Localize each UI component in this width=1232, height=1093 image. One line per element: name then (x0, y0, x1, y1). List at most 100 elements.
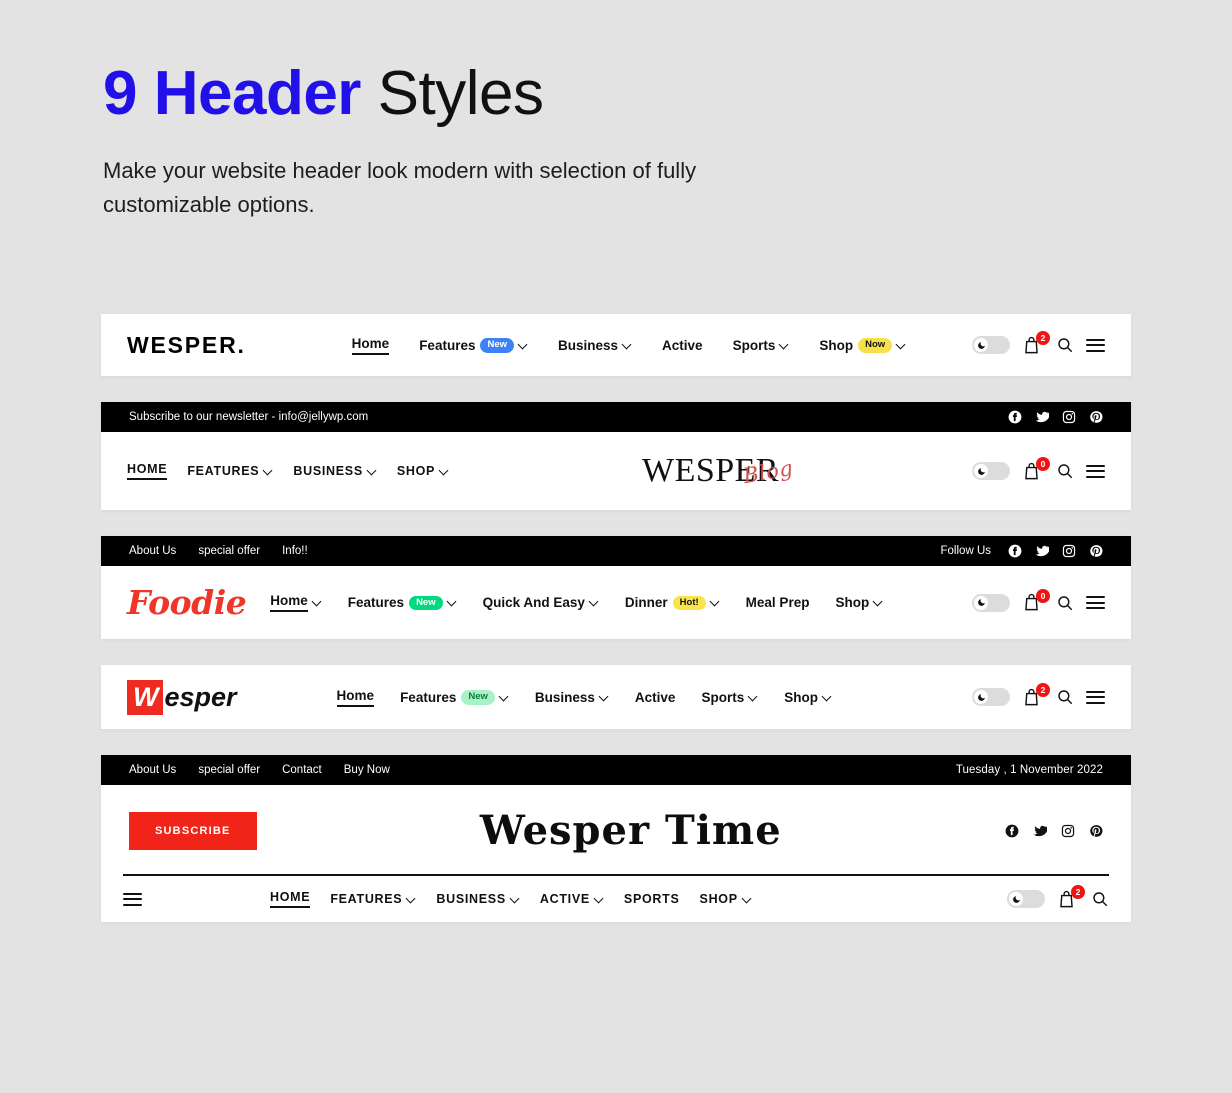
facebook-icon[interactable] (1008, 410, 1022, 424)
header5-actions: 2 (1007, 885, 1109, 910)
header3-actions: 0 (972, 588, 1105, 614)
search-button[interactable] (1091, 890, 1109, 908)
nav-item-features[interactable]: Features New (419, 338, 528, 353)
chevron-down-icon (595, 894, 604, 903)
topbar-link-special-offer[interactable]: special offer (198, 764, 260, 776)
search-button[interactable] (1056, 462, 1074, 480)
topbar-link-about-us[interactable]: About Us (129, 545, 176, 557)
dark-mode-toggle[interactable] (972, 593, 1010, 612)
badge-hot: Hot! (672, 595, 706, 611)
nav-item-sports[interactable]: SPORTS (624, 892, 680, 906)
header5-socials (1005, 824, 1103, 838)
topbar-link-special-offer[interactable]: special offer (198, 545, 260, 557)
facebook-icon[interactable] (1005, 824, 1019, 838)
nav-item-shop[interactable]: Shop (784, 690, 832, 705)
topbar-link-info[interactable]: Info!! (282, 545, 308, 557)
dark-mode-toggle[interactable] (1007, 890, 1045, 909)
nav-item-home[interactable]: Home (351, 336, 390, 355)
dark-mode-toggle[interactable] (972, 336, 1010, 355)
nav-item-shop[interactable]: SHOP (700, 892, 752, 906)
chevron-down-icon (519, 340, 528, 349)
cart-button[interactable]: 0 (1022, 588, 1050, 614)
pinterest-icon[interactable] (1089, 824, 1103, 838)
instagram-icon[interactable] (1062, 410, 1076, 424)
header4-nav: Home Features New Business Active Sports (336, 688, 832, 707)
hamburger-menu-button[interactable] (1086, 335, 1105, 355)
hamburger-menu-button[interactable] (1086, 593, 1105, 613)
burger-line (123, 898, 142, 901)
header5-middle: SUBSCRIBE Wesper Time (101, 785, 1131, 874)
burger-line (1086, 596, 1105, 599)
nav-item-active[interactable]: ACTIVE (540, 892, 604, 906)
nav-item-dinner[interactable]: Dinner Hot! (625, 595, 720, 610)
twitter-icon[interactable] (1033, 824, 1047, 838)
cart-button[interactable]: 0 (1022, 457, 1050, 482)
nav-label: Dinner (624, 595, 668, 611)
nav-item-business[interactable]: Business (535, 690, 609, 705)
hamburger-menu-button[interactable] (123, 889, 142, 909)
chevron-down-icon (448, 597, 457, 606)
nav-item-home[interactable]: Home (270, 593, 322, 613)
header1-logo[interactable]: WESPER. (127, 332, 246, 359)
nav-item-home[interactable]: HOME (127, 462, 168, 481)
nav-item-business[interactable]: BUSINESS (436, 892, 520, 906)
nav-item-sports[interactable]: Sports (701, 690, 758, 705)
toggle-knob (974, 464, 988, 479)
nav-item-home[interactable]: HOME (270, 890, 311, 909)
twitter-icon[interactable] (1035, 544, 1049, 558)
facebook-icon[interactable] (1008, 544, 1022, 558)
search-button[interactable] (1056, 594, 1074, 612)
nav-item-shop[interactable]: Shop (835, 595, 883, 610)
hamburger-menu-button[interactable] (1086, 461, 1105, 481)
toggle-knob (974, 690, 988, 705)
toggle-knob (974, 338, 988, 353)
chevron-down-icon (743, 894, 752, 903)
header2-logo[interactable]: WESPER Blog (642, 452, 795, 490)
nav-item-shop[interactable]: Shop Now (819, 338, 906, 353)
nav-item-features[interactable]: FEATURES (187, 464, 273, 478)
cart-button[interactable]: 2 (1057, 885, 1085, 910)
search-button[interactable] (1056, 336, 1074, 354)
header5-logo[interactable]: Wesper Time (480, 807, 782, 854)
search-button[interactable] (1056, 688, 1074, 706)
hamburger-menu-button[interactable] (1086, 687, 1105, 707)
dark-mode-toggle[interactable] (972, 462, 1010, 481)
nav-item-features[interactable]: Features New (400, 690, 509, 705)
instagram-icon[interactable] (1061, 824, 1075, 838)
nav-label: SHOP (396, 464, 436, 479)
nav-item-features[interactable]: Features New (348, 595, 457, 610)
nav-item-business[interactable]: Business (558, 338, 632, 353)
cart-button[interactable]: 2 (1022, 331, 1050, 356)
header4-logo[interactable]: Wesper (127, 679, 237, 715)
dark-mode-toggle[interactable] (972, 688, 1010, 707)
twitter-icon[interactable] (1035, 410, 1049, 424)
nav-item-quick-and-easy[interactable]: Quick And Easy (483, 595, 599, 610)
nav-item-sports[interactable]: Sports (733, 338, 790, 353)
header-style-2: Subscribe to our newsletter - info@jelly… (101, 402, 1131, 511)
nav-item-business[interactable]: BUSINESS (293, 464, 377, 478)
instagram-icon[interactable] (1062, 544, 1076, 558)
pinterest-icon[interactable] (1089, 410, 1103, 424)
nav-label: Home (270, 593, 308, 613)
nav-item-features[interactable]: FEATURES (330, 892, 416, 906)
chevron-down-icon (600, 692, 609, 701)
nav-item-meal-prep[interactable]: Meal Prep (746, 595, 810, 610)
hero-section: 9 Header Styles Make your website header… (0, 0, 1232, 222)
header5-logo-wrap: Wesper Time (257, 807, 1005, 854)
cart-button[interactable]: 2 (1022, 683, 1050, 708)
chevron-down-icon (440, 466, 449, 475)
topbar-link-buy-now[interactable]: Buy Now (344, 764, 390, 776)
topbar-link-about-us[interactable]: About Us (129, 764, 176, 776)
nav-label: Active (662, 337, 703, 353)
nav-label: BUSINESS (293, 464, 363, 479)
nav-label: SPORTS (623, 892, 680, 907)
nav-item-shop[interactable]: SHOP (397, 464, 449, 478)
pinterest-icon[interactable] (1089, 544, 1103, 558)
nav-item-home[interactable]: Home (336, 688, 375, 707)
nav-item-active[interactable]: Active (662, 338, 703, 353)
header3-logo[interactable]: Foodie (127, 583, 247, 622)
nav-item-active[interactable]: Active (635, 690, 676, 705)
header2-mainbar: HOME FEATURES BUSINESS SHOP WESPER Blog … (101, 432, 1131, 510)
topbar-link-contact[interactable]: Contact (282, 764, 322, 776)
subscribe-button[interactable]: SUBSCRIBE (129, 811, 257, 850)
